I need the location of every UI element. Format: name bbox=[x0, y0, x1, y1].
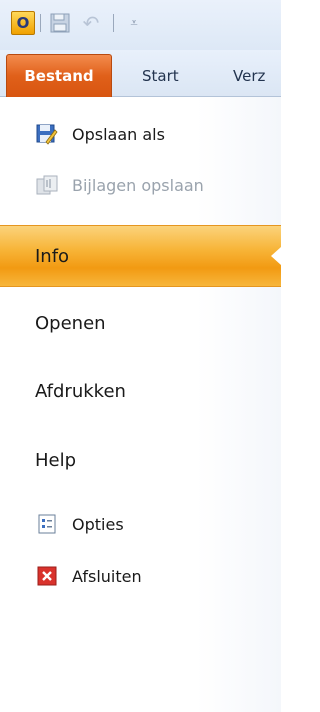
exit-label: Afsluiten bbox=[72, 566, 142, 586]
tab-start[interactable]: Start bbox=[142, 54, 179, 97]
undo-icon[interactable]: ↶ bbox=[80, 11, 102, 35]
nav-open-label: Openen bbox=[35, 312, 106, 334]
options-command[interactable]: Opties bbox=[36, 507, 124, 541]
selection-pointer bbox=[271, 247, 281, 265]
quick-access-toolbar: O ↶ ⩡ bbox=[0, 0, 281, 50]
backstage-menu: Opslaan als Bijlagen opslaan Info Openen… bbox=[0, 97, 281, 712]
ribbon-tab-bar: Bestand Start Verz bbox=[0, 50, 281, 97]
nav-print-label: Afdrukken bbox=[35, 380, 126, 402]
save-as-icon bbox=[36, 123, 58, 145]
toolbar-separator bbox=[113, 14, 114, 32]
save-as-label: Opslaan als bbox=[72, 124, 165, 144]
toolbar-separator bbox=[40, 14, 41, 32]
nav-open[interactable]: Openen bbox=[0, 292, 281, 354]
outlook-icon-letter: O bbox=[16, 14, 30, 32]
nav-print[interactable]: Afdrukken bbox=[0, 360, 281, 422]
customize-toolbar-icon[interactable]: ⩡ bbox=[127, 11, 141, 35]
nav-help-label: Help bbox=[35, 449, 77, 471]
exit-command[interactable]: Afsluiten bbox=[36, 559, 142, 593]
save-icon[interactable] bbox=[49, 11, 71, 35]
outlook-backstage-window: O ↶ ⩡ Bestand Start Verz Opslaan als Bij… bbox=[0, 0, 281, 712]
save-attachments-command[interactable]: Bijlagen opslaan bbox=[36, 168, 204, 202]
save-attachments-icon bbox=[36, 174, 58, 196]
outlook-icon[interactable]: O bbox=[11, 11, 35, 35]
options-icon bbox=[36, 513, 58, 535]
close-icon bbox=[36, 565, 58, 587]
nav-info[interactable]: Info bbox=[0, 225, 281, 287]
tab-send-receive[interactable]: Verz bbox=[233, 54, 265, 97]
options-label: Opties bbox=[72, 514, 124, 534]
tab-file[interactable]: Bestand bbox=[6, 54, 112, 97]
nav-info-label: Info bbox=[35, 245, 70, 267]
nav-help[interactable]: Help bbox=[0, 429, 281, 491]
save-as-command[interactable]: Opslaan als bbox=[36, 117, 165, 151]
save-attachments-label: Bijlagen opslaan bbox=[72, 175, 204, 195]
